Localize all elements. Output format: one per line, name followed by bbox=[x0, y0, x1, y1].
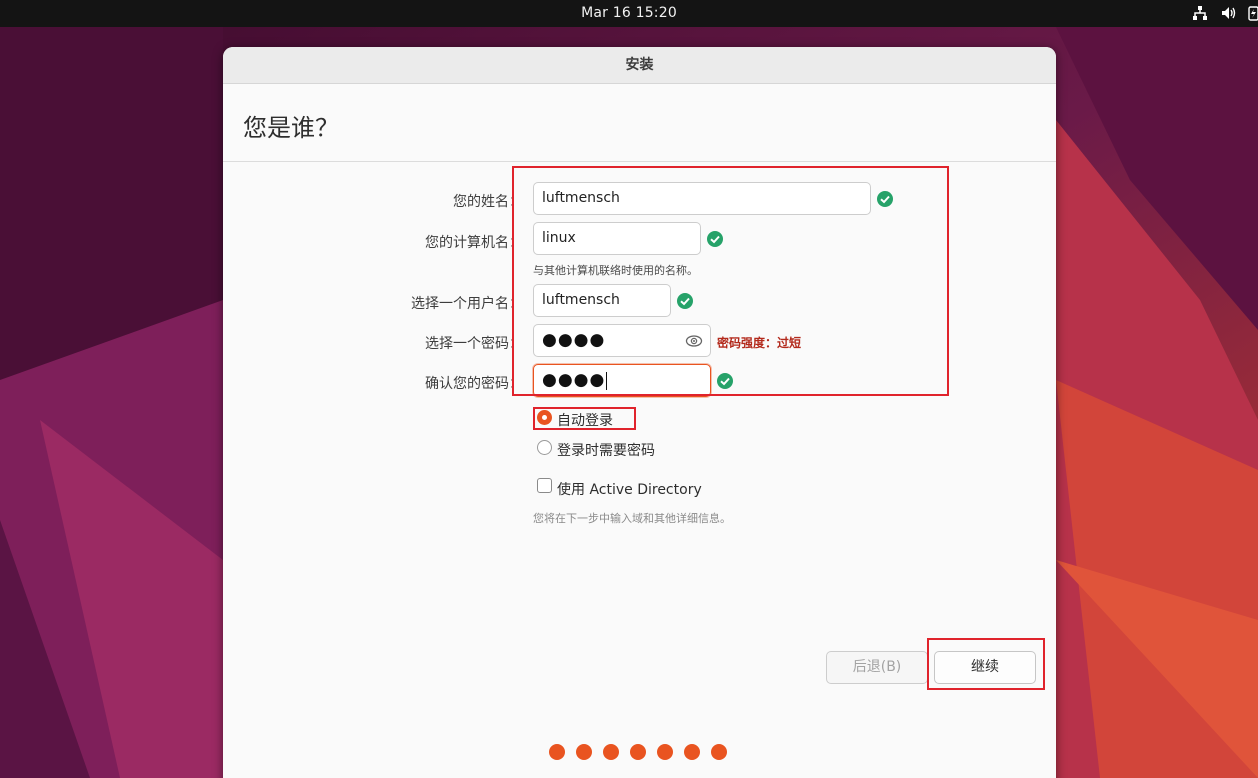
annotation-box-form-fields bbox=[512, 166, 949, 396]
progress-dot bbox=[630, 744, 646, 760]
network-icon[interactable] bbox=[1192, 5, 1208, 21]
clock[interactable]: Mar 16 15:20 bbox=[0, 5, 1258, 21]
system-tray[interactable] bbox=[1192, 5, 1258, 21]
name-label: 您的姓名： bbox=[453, 194, 523, 210]
back-button[interactable]: 后退(B) bbox=[826, 651, 928, 684]
window-title: 安装 bbox=[223, 47, 1056, 84]
password-label: 选择一个密码： bbox=[425, 336, 523, 352]
progress-dot bbox=[576, 744, 592, 760]
active-directory-checkbox[interactable] bbox=[537, 478, 552, 493]
battery-icon[interactable] bbox=[1248, 5, 1258, 21]
username-label: 选择一个用户名： bbox=[411, 296, 523, 312]
annotation-box-auto-login bbox=[533, 407, 636, 430]
require-password-radio[interactable] bbox=[537, 440, 552, 455]
progress-dot bbox=[684, 744, 700, 760]
active-directory-hint: 您将在下一步中输入域和其他详细信息。 bbox=[533, 512, 731, 525]
confirm-password-label: 确认您的密码： bbox=[425, 376, 523, 392]
progress-dot bbox=[657, 744, 673, 760]
top-bar: Mar 16 15:20 bbox=[0, 0, 1258, 27]
volume-icon[interactable] bbox=[1220, 5, 1236, 21]
progress-dot bbox=[603, 744, 619, 760]
progress-dot bbox=[549, 744, 565, 760]
page-heading: 您是谁？ bbox=[243, 114, 339, 142]
require-password-label[interactable]: 登录时需要密码 bbox=[557, 440, 655, 460]
annotation-box-continue bbox=[927, 638, 1045, 690]
installation-progress-dots bbox=[549, 744, 727, 760]
computer-name-label: 您的计算机名： bbox=[425, 235, 523, 251]
active-directory-label[interactable]: 使用 Active Directory bbox=[557, 479, 702, 499]
progress-dot bbox=[711, 744, 727, 760]
